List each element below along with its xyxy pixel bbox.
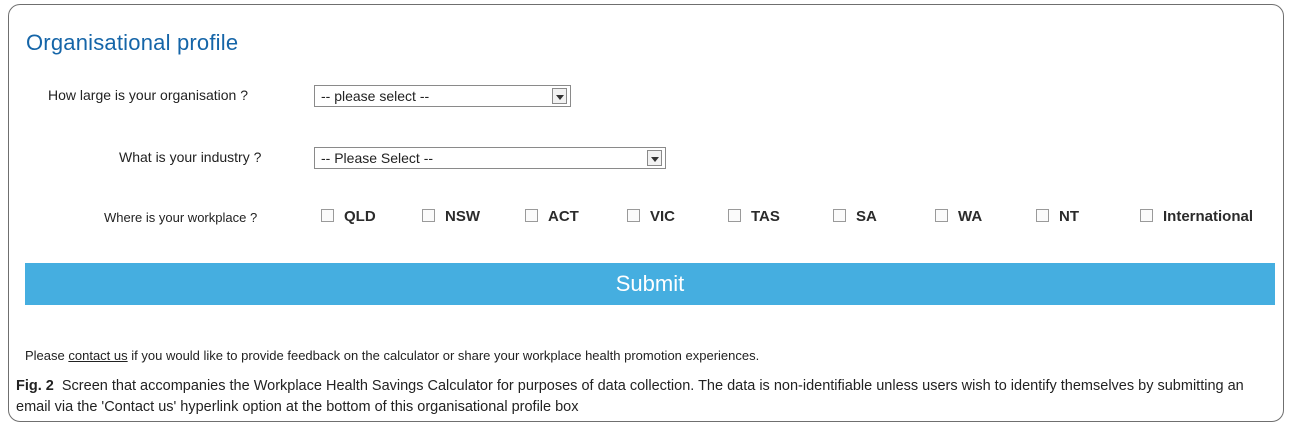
industry-select-value: -- Please Select -- [321, 150, 434, 166]
workplace-checkbox-act[interactable]: ACT [525, 208, 579, 226]
checkbox-icon[interactable] [525, 209, 538, 222]
checkbox-icon[interactable] [935, 209, 948, 222]
checkbox-icon[interactable] [833, 209, 846, 222]
org-size-select-value: -- please select -- [321, 88, 430, 104]
workplace-checkbox-qld[interactable]: QLD [321, 208, 376, 226]
checkbox-icon[interactable] [422, 209, 435, 222]
feedback-suffix: if you would like to provide feedback on… [131, 348, 760, 363]
figure-label: Fig. 2 [16, 378, 54, 394]
submit-button[interactable]: Submit [25, 263, 1275, 305]
workplace-checkbox-nsw[interactable]: NSW [422, 208, 480, 226]
org-size-label: How large is your organisation ? [48, 87, 248, 103]
checkbox-icon[interactable] [1036, 209, 1049, 222]
workplace-checkbox-wa[interactable]: WA [935, 208, 982, 226]
workplace-checkbox-sa[interactable]: SA [833, 208, 877, 226]
contact-us-link[interactable]: contact us [68, 348, 127, 363]
workplace-checkbox-vic[interactable]: VIC [627, 208, 675, 226]
org-size-select[interactable]: -- please select -- [314, 85, 571, 107]
checkbox-icon[interactable] [1140, 209, 1153, 222]
workplace-label: Where is your workplace ? [104, 210, 258, 225]
checkbox-icon[interactable] [321, 209, 334, 222]
workplace-checkbox-tas[interactable]: TAS [728, 208, 780, 226]
chevron-down-icon[interactable] [552, 88, 567, 104]
industry-label: What is your industry ? [119, 149, 262, 165]
figure-caption-text: Screen that accompanies the Workplace He… [16, 378, 1244, 415]
figure-caption: Fig. 2 Screen that accompanies the Workpl… [16, 376, 1274, 418]
feedback-note: Please contact us if you would like to p… [25, 348, 759, 363]
checkbox-icon[interactable] [728, 209, 741, 222]
form-title: Organisational profile [26, 30, 239, 55]
workplace-checkbox-international[interactable]: International [1140, 208, 1253, 226]
checkbox-icon[interactable] [627, 209, 640, 222]
industry-select[interactable]: -- Please Select -- [314, 147, 666, 169]
feedback-prefix: Please [25, 348, 65, 363]
workplace-checkbox-nt[interactable]: NT [1036, 208, 1079, 226]
chevron-down-icon[interactable] [647, 150, 662, 166]
